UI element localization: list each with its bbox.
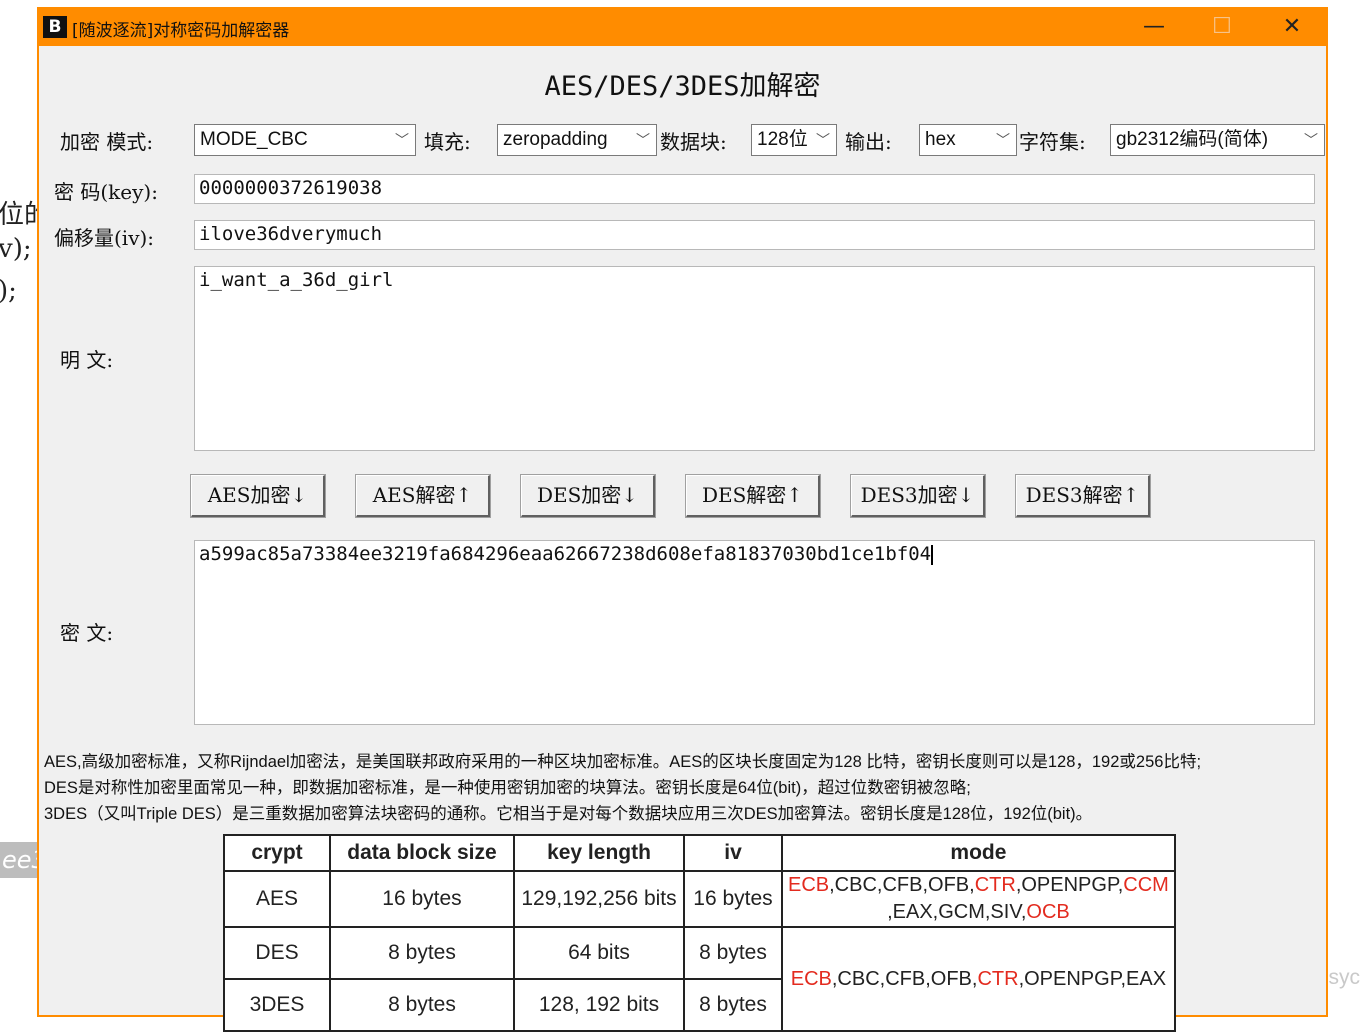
close-button[interactable]: ✕: [1270, 12, 1314, 42]
mode-text: ,CBC,CFB,OFB,: [829, 874, 975, 896]
block-select[interactable]: 128位 ﹀: [751, 124, 837, 156]
mode-text: ,EAX,GCM,SIV,: [887, 901, 1027, 923]
padding-select-value: zeropadding: [503, 129, 608, 150]
app-icon: B: [43, 16, 67, 38]
mode-highlight: ECB: [790, 967, 832, 990]
output-label: 输出:: [845, 130, 892, 154]
text-cursor: [931, 544, 934, 565]
des3-decrypt-button[interactable]: DES3解密↑: [1015, 474, 1151, 518]
table-header: iv: [683, 834, 783, 872]
des-modes-cell: ECB,CBC,CFB,OFB,CTR,OPENPGP,EAX: [781, 926, 1176, 1032]
block-label: 数据块:: [660, 130, 727, 154]
table-cell: AES: [223, 870, 331, 928]
des-encrypt-button[interactable]: DES加密↓: [520, 474, 656, 518]
table-cell: 16 bytes: [329, 870, 515, 928]
mode-text: ,CBC,CFB,OFB,: [831, 967, 978, 990]
output-select[interactable]: hex ﹀: [919, 124, 1017, 156]
background-text-fragment: );: [0, 276, 17, 306]
app-window: B [随波逐流]对称密码加解密器 — ☐ ✕ AES/DES/3DES加解密 加…: [37, 7, 1328, 1032]
description-des: DES是对称性加密里面常见一种，即数据加密标准，是一种使用密钥加密的块算法。密钥…: [44, 779, 971, 797]
table-row: AES 16 bytes 129,192,256 bits 16 bytes E…: [223, 870, 1176, 928]
chevron-down-icon: ﹀: [816, 132, 830, 148]
mode-text: ,OPENPGP,: [1015, 874, 1124, 896]
table-header-row: crypt data block size key length iv mode: [223, 834, 1176, 872]
table-header: mode: [781, 834, 1176, 872]
mode-select-value: MODE_CBC: [200, 129, 308, 150]
iv-label: 偏移量(iv):: [54, 226, 155, 250]
table-cell: DES: [223, 926, 331, 980]
plaintext-textarea[interactable]: i_want_a_36d_girl: [194, 266, 1315, 451]
table-header: data block size: [329, 834, 515, 872]
table-header: crypt: [223, 834, 331, 872]
table-row: DES 8 bytes 64 bits 8 bytes ECB,CBC,CFB,…: [223, 926, 1176, 1032]
minimize-button[interactable]: —: [1132, 12, 1176, 42]
table-cell: 16 bytes: [683, 870, 783, 928]
table-cell: 64 bits: [513, 926, 685, 980]
ciphertext-value: a599ac85a73384ee3219fa684296eaa62667238d…: [199, 543, 932, 565]
background-text-fragment: v);: [0, 234, 32, 264]
des-decrypt-button[interactable]: DES解密↑: [685, 474, 821, 518]
mode-highlight: OCB: [1026, 901, 1070, 923]
mode-text: ,OPENPGP,EAX: [1018, 967, 1167, 990]
table-cell: 128, 192 bits: [513, 978, 685, 1032]
key-label: 密 码(key):: [54, 180, 158, 204]
mode-highlight: ECB: [788, 874, 830, 896]
mode-highlight: CTR: [977, 967, 1019, 990]
ciphertext-textarea[interactable]: a599ac85a73384ee3219fa684296eaa62667238d…: [194, 540, 1315, 725]
aes-modes-cell: ECB,CBC,CFB,OFB,CTR,OPENPGP,CCM ,EAX,GCM,…: [781, 870, 1176, 928]
mode-highlight: CTR: [974, 874, 1016, 896]
chevron-down-icon: ﹀: [1304, 132, 1318, 148]
aes-encrypt-button[interactable]: AES加密↓: [190, 474, 326, 518]
charset-select[interactable]: gb2312编码(简体) ﹀: [1110, 124, 1325, 156]
ciphertext-label: 密 文:: [60, 621, 114, 645]
padding-label: 填充:: [424, 130, 471, 154]
table-cell: 8 bytes: [683, 926, 783, 980]
padding-select[interactable]: zeropadding ﹀: [497, 124, 657, 156]
description-aes: AES,高级加密标准，又称Rijndael加密法，是美国联邦政府采用的一种区块加…: [44, 753, 1202, 771]
chevron-down-icon: ﹀: [636, 132, 650, 148]
table-cell: 8 bytes: [683, 978, 783, 1032]
background-code-fragment: ee3: [0, 842, 42, 878]
mode-label: 加密 模式:: [60, 130, 154, 154]
table-header: key length: [513, 834, 685, 872]
iv-input[interactable]: ilove36dverymuch: [194, 220, 1315, 250]
window-title: [随波逐流]对称密码加解密器: [72, 21, 290, 41]
mode-highlight: CCM: [1123, 874, 1169, 896]
block-select-value: 128位: [757, 129, 808, 150]
title-bar[interactable]: B [随波逐流]对称密码加解密器 — ☐ ✕: [37, 7, 1328, 46]
chevron-down-icon: ﹀: [996, 132, 1010, 148]
charset-label: 字符集:: [1019, 130, 1086, 154]
table-cell: 8 bytes: [329, 926, 515, 980]
description-3des: 3DES（又叫Triple DES）是三重数据加密算法块密码的通称。它相当于是对…: [44, 805, 1093, 823]
plaintext-label: 明 文:: [60, 348, 114, 372]
charset-select-value: gb2312编码(简体): [1116, 129, 1269, 150]
key-input[interactable]: 0000000372619038: [194, 174, 1315, 204]
table-cell: 129,192,256 bits: [513, 870, 685, 928]
output-select-value: hex: [925, 129, 956, 150]
crypto-info-table: crypt data block size key length iv mode…: [223, 834, 1176, 1032]
maximize-button[interactable]: ☐: [1200, 12, 1244, 42]
des3-encrypt-button[interactable]: DES3加密↓: [850, 474, 986, 518]
aes-decrypt-button[interactable]: AES解密↑: [355, 474, 491, 518]
table-cell: 3DES: [223, 978, 331, 1032]
page-title: AES/DES/3DES加解密: [544, 71, 821, 102]
mode-select[interactable]: MODE_CBC ﹀: [194, 124, 416, 156]
chevron-down-icon: ﹀: [395, 132, 409, 148]
table-cell: 8 bytes: [329, 978, 515, 1032]
